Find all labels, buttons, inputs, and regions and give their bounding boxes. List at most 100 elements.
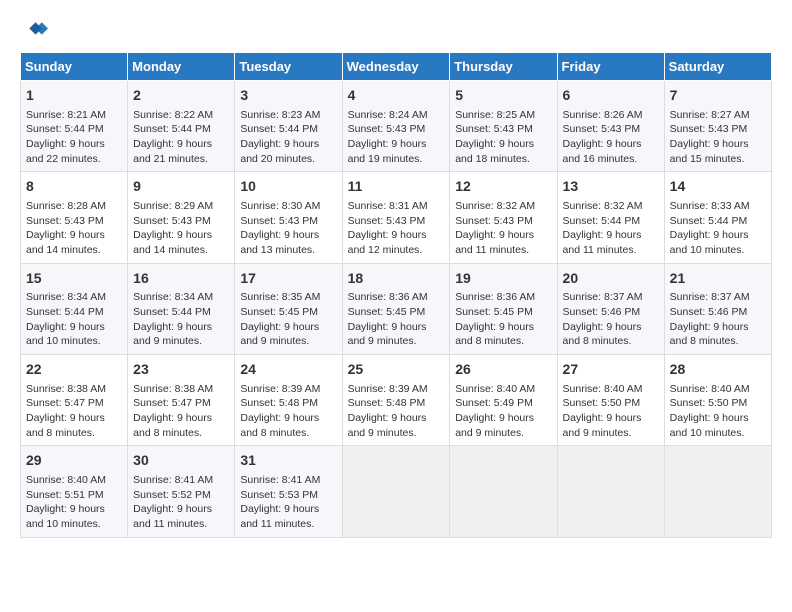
cell-details: Sunrise: 8:37 AMSunset: 5:46 PMDaylight:… — [563, 290, 659, 349]
calendar-cell: 16Sunrise: 8:34 AMSunset: 5:44 PMDayligh… — [128, 263, 235, 354]
calendar-header-row: SundayMondayTuesdayWednesdayThursdayFrid… — [21, 53, 772, 81]
calendar-cell: 12Sunrise: 8:32 AMSunset: 5:43 PMDayligh… — [450, 172, 557, 263]
cell-details: Sunrise: 8:37 AMSunset: 5:46 PMDaylight:… — [670, 290, 766, 349]
day-number: 13 — [563, 177, 659, 197]
day-number: 3 — [240, 86, 336, 106]
day-number: 16 — [133, 269, 229, 289]
calendar-cell: 27Sunrise: 8:40 AMSunset: 5:50 PMDayligh… — [557, 355, 664, 446]
day-number: 28 — [670, 360, 766, 380]
cell-details: Sunrise: 8:39 AMSunset: 5:48 PMDaylight:… — [240, 382, 336, 441]
calendar-cell — [664, 446, 771, 537]
calendar-cell: 17Sunrise: 8:35 AMSunset: 5:45 PMDayligh… — [235, 263, 342, 354]
calendar-cell: 31Sunrise: 8:41 AMSunset: 5:53 PMDayligh… — [235, 446, 342, 537]
day-number: 2 — [133, 86, 229, 106]
weekday-header-wednesday: Wednesday — [342, 53, 450, 81]
calendar-cell: 18Sunrise: 8:36 AMSunset: 5:45 PMDayligh… — [342, 263, 450, 354]
logo-icon — [20, 16, 48, 44]
calendar-cell: 19Sunrise: 8:36 AMSunset: 5:45 PMDayligh… — [450, 263, 557, 354]
cell-details: Sunrise: 8:23 AMSunset: 5:44 PMDaylight:… — [240, 108, 336, 167]
day-number: 8 — [26, 177, 122, 197]
day-number: 21 — [670, 269, 766, 289]
cell-details: Sunrise: 8:40 AMSunset: 5:51 PMDaylight:… — [26, 473, 122, 532]
cell-details: Sunrise: 8:29 AMSunset: 5:43 PMDaylight:… — [133, 199, 229, 258]
calendar-cell: 25Sunrise: 8:39 AMSunset: 5:48 PMDayligh… — [342, 355, 450, 446]
cell-details: Sunrise: 8:25 AMSunset: 5:43 PMDaylight:… — [455, 108, 551, 167]
calendar-cell: 13Sunrise: 8:32 AMSunset: 5:44 PMDayligh… — [557, 172, 664, 263]
cell-details: Sunrise: 8:35 AMSunset: 5:45 PMDaylight:… — [240, 290, 336, 349]
cell-details: Sunrise: 8:34 AMSunset: 5:44 PMDaylight:… — [26, 290, 122, 349]
calendar-cell: 2Sunrise: 8:22 AMSunset: 5:44 PMDaylight… — [128, 81, 235, 172]
weekday-header-saturday: Saturday — [664, 53, 771, 81]
cell-details: Sunrise: 8:40 AMSunset: 5:50 PMDaylight:… — [670, 382, 766, 441]
cell-details: Sunrise: 8:41 AMSunset: 5:52 PMDaylight:… — [133, 473, 229, 532]
calendar-cell: 11Sunrise: 8:31 AMSunset: 5:43 PMDayligh… — [342, 172, 450, 263]
day-number: 15 — [26, 269, 122, 289]
cell-details: Sunrise: 8:32 AMSunset: 5:43 PMDaylight:… — [455, 199, 551, 258]
day-number: 11 — [348, 177, 445, 197]
calendar-cell — [450, 446, 557, 537]
cell-details: Sunrise: 8:24 AMSunset: 5:43 PMDaylight:… — [348, 108, 445, 167]
calendar-cell — [557, 446, 664, 537]
calendar-week-row: 8Sunrise: 8:28 AMSunset: 5:43 PMDaylight… — [21, 172, 772, 263]
day-number: 30 — [133, 451, 229, 471]
cell-details: Sunrise: 8:40 AMSunset: 5:49 PMDaylight:… — [455, 382, 551, 441]
calendar-cell: 23Sunrise: 8:38 AMSunset: 5:47 PMDayligh… — [128, 355, 235, 446]
day-number: 24 — [240, 360, 336, 380]
weekday-header-sunday: Sunday — [21, 53, 128, 81]
day-number: 23 — [133, 360, 229, 380]
day-number: 12 — [455, 177, 551, 197]
calendar-cell: 21Sunrise: 8:37 AMSunset: 5:46 PMDayligh… — [664, 263, 771, 354]
day-number: 27 — [563, 360, 659, 380]
cell-details: Sunrise: 8:36 AMSunset: 5:45 PMDaylight:… — [455, 290, 551, 349]
cell-details: Sunrise: 8:38 AMSunset: 5:47 PMDaylight:… — [26, 382, 122, 441]
cell-details: Sunrise: 8:32 AMSunset: 5:44 PMDaylight:… — [563, 199, 659, 258]
calendar-week-row: 15Sunrise: 8:34 AMSunset: 5:44 PMDayligh… — [21, 263, 772, 354]
day-number: 1 — [26, 86, 122, 106]
day-number: 5 — [455, 86, 551, 106]
weekday-header-monday: Monday — [128, 53, 235, 81]
calendar-cell: 15Sunrise: 8:34 AMSunset: 5:44 PMDayligh… — [21, 263, 128, 354]
cell-details: Sunrise: 8:30 AMSunset: 5:43 PMDaylight:… — [240, 199, 336, 258]
calendar-cell: 1Sunrise: 8:21 AMSunset: 5:44 PMDaylight… — [21, 81, 128, 172]
calendar-table: SundayMondayTuesdayWednesdayThursdayFrid… — [20, 52, 772, 538]
calendar-cell: 28Sunrise: 8:40 AMSunset: 5:50 PMDayligh… — [664, 355, 771, 446]
calendar-cell: 14Sunrise: 8:33 AMSunset: 5:44 PMDayligh… — [664, 172, 771, 263]
cell-details: Sunrise: 8:38 AMSunset: 5:47 PMDaylight:… — [133, 382, 229, 441]
calendar-cell: 4Sunrise: 8:24 AMSunset: 5:43 PMDaylight… — [342, 81, 450, 172]
day-number: 17 — [240, 269, 336, 289]
calendar-week-row: 1Sunrise: 8:21 AMSunset: 5:44 PMDaylight… — [21, 81, 772, 172]
calendar-cell: 9Sunrise: 8:29 AMSunset: 5:43 PMDaylight… — [128, 172, 235, 263]
calendar-cell: 7Sunrise: 8:27 AMSunset: 5:43 PMDaylight… — [664, 81, 771, 172]
day-number: 9 — [133, 177, 229, 197]
calendar-cell: 29Sunrise: 8:40 AMSunset: 5:51 PMDayligh… — [21, 446, 128, 537]
cell-details: Sunrise: 8:41 AMSunset: 5:53 PMDaylight:… — [240, 473, 336, 532]
calendar-cell: 22Sunrise: 8:38 AMSunset: 5:47 PMDayligh… — [21, 355, 128, 446]
cell-details: Sunrise: 8:36 AMSunset: 5:45 PMDaylight:… — [348, 290, 445, 349]
page-header — [20, 16, 772, 44]
calendar-cell: 6Sunrise: 8:26 AMSunset: 5:43 PMDaylight… — [557, 81, 664, 172]
calendar-week-row: 22Sunrise: 8:38 AMSunset: 5:47 PMDayligh… — [21, 355, 772, 446]
calendar-cell: 3Sunrise: 8:23 AMSunset: 5:44 PMDaylight… — [235, 81, 342, 172]
calendar-cell: 8Sunrise: 8:28 AMSunset: 5:43 PMDaylight… — [21, 172, 128, 263]
cell-details: Sunrise: 8:34 AMSunset: 5:44 PMDaylight:… — [133, 290, 229, 349]
weekday-header-thursday: Thursday — [450, 53, 557, 81]
weekday-header-friday: Friday — [557, 53, 664, 81]
day-number: 19 — [455, 269, 551, 289]
day-number: 22 — [26, 360, 122, 380]
calendar-cell: 5Sunrise: 8:25 AMSunset: 5:43 PMDaylight… — [450, 81, 557, 172]
cell-details: Sunrise: 8:39 AMSunset: 5:48 PMDaylight:… — [348, 382, 445, 441]
day-number: 20 — [563, 269, 659, 289]
cell-details: Sunrise: 8:33 AMSunset: 5:44 PMDaylight:… — [670, 199, 766, 258]
cell-details: Sunrise: 8:31 AMSunset: 5:43 PMDaylight:… — [348, 199, 445, 258]
day-number: 4 — [348, 86, 445, 106]
calendar-cell: 30Sunrise: 8:41 AMSunset: 5:52 PMDayligh… — [128, 446, 235, 537]
day-number: 10 — [240, 177, 336, 197]
cell-details: Sunrise: 8:27 AMSunset: 5:43 PMDaylight:… — [670, 108, 766, 167]
day-number: 25 — [348, 360, 445, 380]
cell-details: Sunrise: 8:28 AMSunset: 5:43 PMDaylight:… — [26, 199, 122, 258]
calendar-cell: 20Sunrise: 8:37 AMSunset: 5:46 PMDayligh… — [557, 263, 664, 354]
calendar-cell: 10Sunrise: 8:30 AMSunset: 5:43 PMDayligh… — [235, 172, 342, 263]
weekday-header-tuesday: Tuesday — [235, 53, 342, 81]
day-number: 31 — [240, 451, 336, 471]
day-number: 14 — [670, 177, 766, 197]
